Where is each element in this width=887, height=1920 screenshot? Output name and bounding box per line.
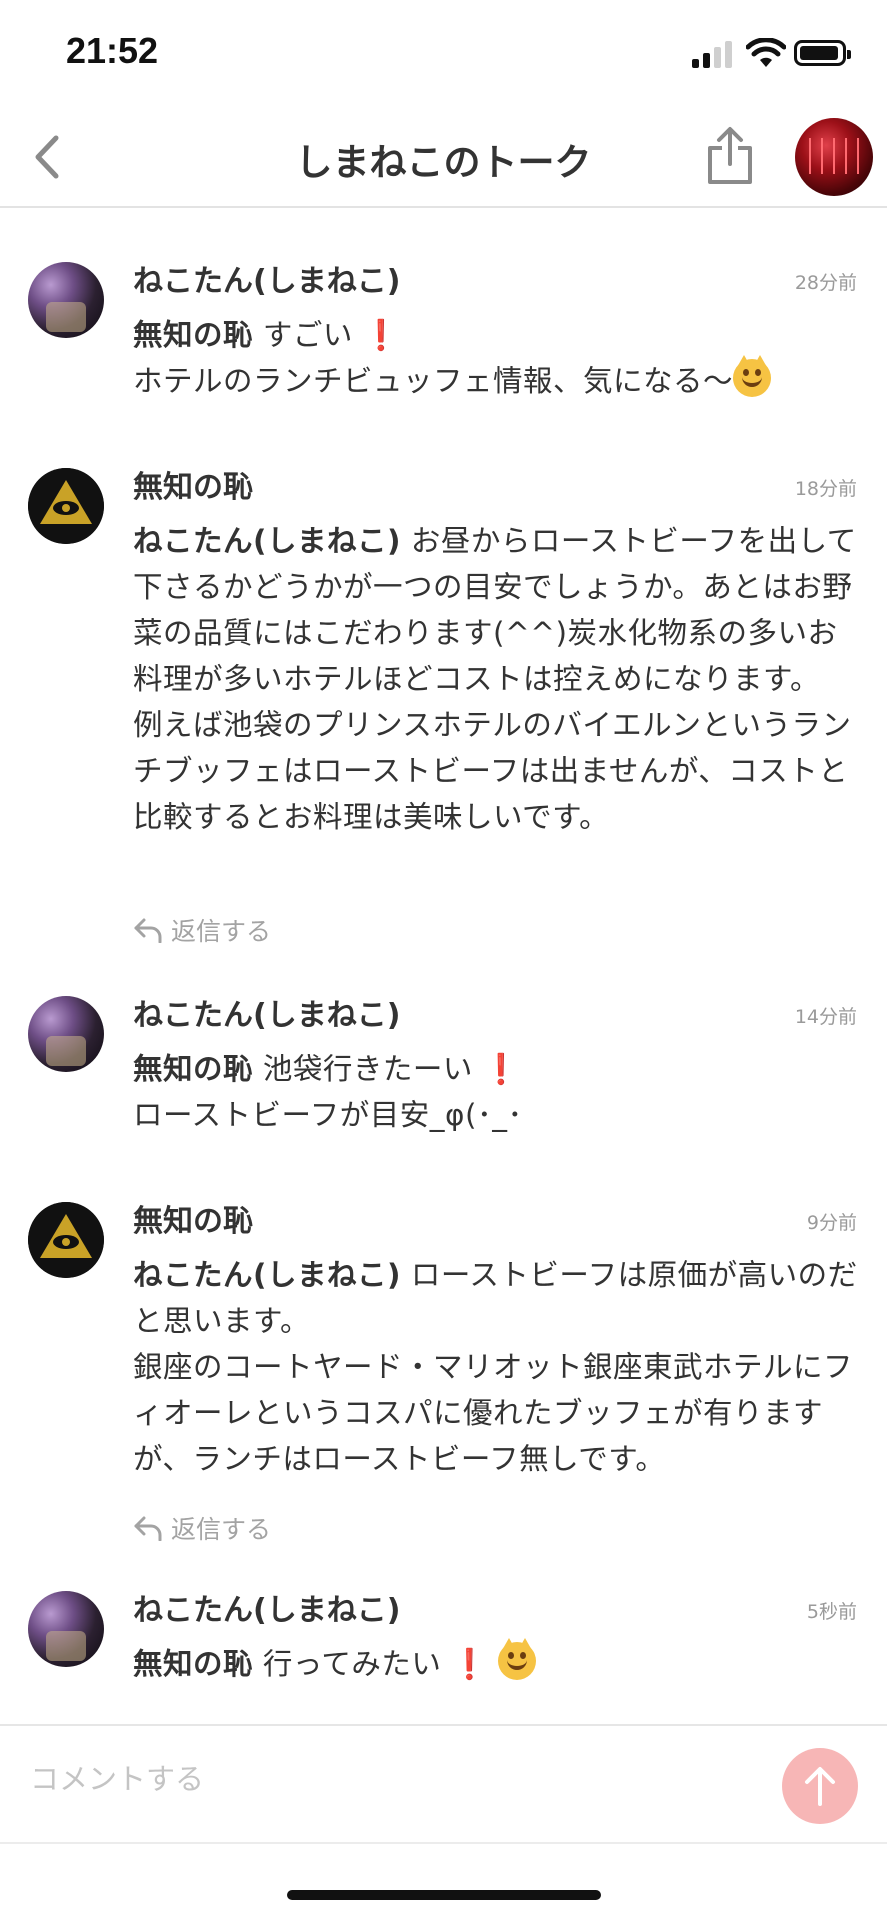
- timestamp: 18分前: [794, 478, 857, 500]
- message-text: 無知の恥 池袋行きたーい ❗ ローストビーフが目安_φ(･_･: [133, 1052, 523, 1132]
- message: 無知の恥 18分前 ねこたん(しまねこ) お昼からローストビーフを出して下さるか…: [0, 462, 887, 962]
- author-name[interactable]: ねこたん(しまねこ): [133, 256, 400, 300]
- mention[interactable]: ねこたん(しまねこ): [133, 524, 401, 558]
- reply-arrow-icon: [134, 1516, 162, 1541]
- smiling-cat-emoji-icon: [498, 1638, 537, 1680]
- mention[interactable]: 無知の恥: [133, 318, 253, 352]
- exclamation-icon: ❗: [451, 1647, 489, 1681]
- message-text: ねこたん(しまねこ) お昼からローストビーフを出して下さるかどうかが一つの目安で…: [133, 524, 857, 834]
- send-button[interactable]: [782, 1748, 858, 1824]
- avatar[interactable]: [28, 996, 104, 1072]
- eye-of-providence-icon: [28, 1202, 104, 1278]
- mention[interactable]: ねこたん(しまねこ): [133, 1258, 401, 1292]
- send-arrow-icon: [805, 1767, 835, 1806]
- status-bar: 21:52: [0, 0, 887, 110]
- mention[interactable]: 無知の恥: [133, 1647, 253, 1681]
- avatar[interactable]: [28, 1591, 104, 1667]
- timestamp: 9分前: [806, 1212, 857, 1234]
- message: ねこたん(しまねこ) 5秒前 無知の恥 行ってみたい ❗: [0, 1585, 887, 1695]
- comment-input[interactable]: [28, 1750, 732, 1808]
- status-time: 21:52: [66, 30, 159, 71]
- reply-arrow-icon: [134, 918, 162, 943]
- message: ねこたん(しまねこ) 28分前 無知の恥 すごい ❗ ホテルのランチビュッフェ情…: [0, 256, 887, 406]
- battery-icon: [794, 40, 851, 66]
- avatar[interactable]: [28, 262, 104, 338]
- exclamation-icon: ❗: [362, 318, 401, 352]
- wifi-icon: [746, 38, 786, 67]
- cellular-signal-icon: [692, 40, 736, 68]
- timestamp: 28分前: [794, 272, 857, 294]
- reply-button[interactable]: 返信する: [133, 912, 271, 948]
- reply-label: 返信する: [171, 1515, 272, 1544]
- comment-composer: [0, 1724, 887, 1844]
- smiling-cat-emoji-icon: [733, 355, 772, 397]
- share-icon[interactable]: [704, 126, 756, 186]
- reply-label: 返信する: [171, 917, 272, 946]
- author-name[interactable]: 無知の恥: [133, 1196, 253, 1240]
- home-indicator[interactable]: [287, 1890, 601, 1900]
- message-text: ねこたん(しまねこ) ローストビーフは原価が高いのだと思います。 銀座のコートヤ…: [133, 1258, 858, 1476]
- message-text: 無知の恥 行ってみたい ❗: [133, 1638, 863, 1687]
- top-bar: しまねこのトーク: [0, 110, 887, 208]
- author-name[interactable]: ねこたん(しまねこ): [133, 990, 400, 1034]
- author-name[interactable]: ねこたん(しまねこ): [133, 1585, 400, 1629]
- timestamp: 14分前: [794, 1006, 857, 1028]
- mention[interactable]: 無知の恥: [133, 1052, 253, 1086]
- timestamp: 5秒前: [806, 1601, 857, 1623]
- exclamation-icon: ❗: [482, 1052, 521, 1086]
- avatar[interactable]: [28, 468, 104, 544]
- reply-button[interactable]: 返信する: [133, 1510, 271, 1546]
- message: ねこたん(しまねこ) 14分前 無知の恥 池袋行きたーい ❗ ローストビーフが目…: [0, 990, 887, 1140]
- profile-avatar[interactable]: [795, 118, 873, 196]
- message-text: 無知の恥 すごい ❗ ホテルのランチビュッフェ情報、気になる〜: [133, 312, 863, 404]
- eye-of-providence-icon: [28, 468, 104, 544]
- author-name[interactable]: 無知の恥: [133, 462, 253, 506]
- message: 無知の恥 9分前 ねこたん(しまねこ) ローストビーフは原価が高いのだと思います…: [0, 1196, 887, 1556]
- avatar[interactable]: [28, 1202, 104, 1278]
